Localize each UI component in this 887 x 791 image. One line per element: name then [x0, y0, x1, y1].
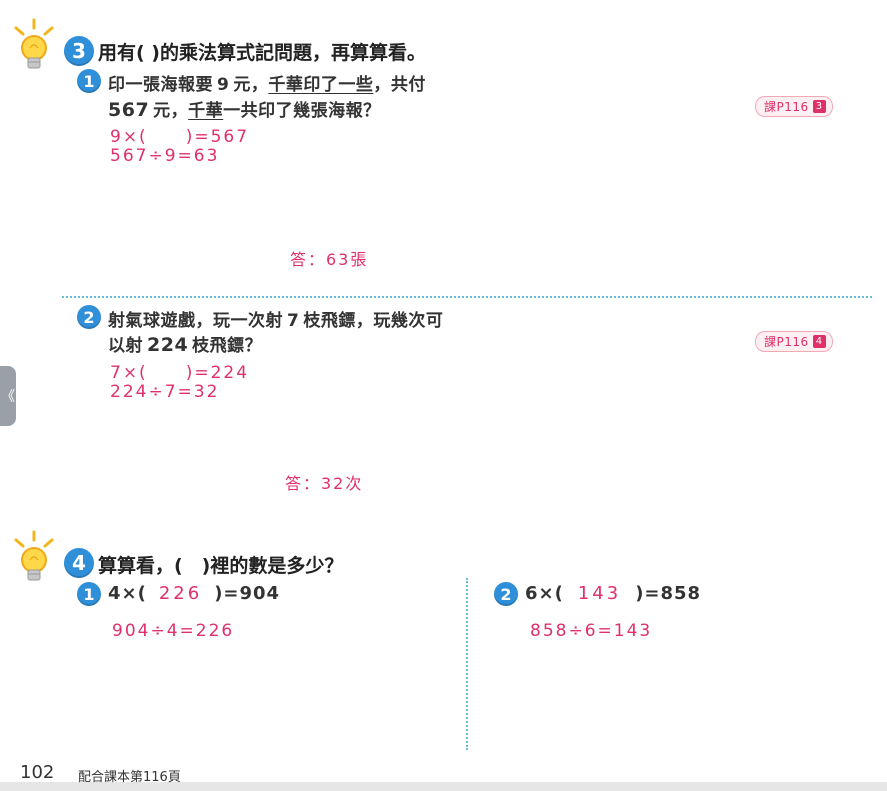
section-title: 用有( )的乘法算式記問題，再算算看。: [98, 42, 426, 64]
reference-number: 3: [812, 100, 826, 113]
section-badge: 4: [64, 548, 94, 578]
work-equation: 224÷7=32: [110, 382, 220, 402]
work-equation: 904÷4=226: [112, 621, 235, 641]
lightbulb-icon: [14, 18, 54, 69]
problem-text-line: 567 元，千華一共印了幾張海報？: [108, 99, 381, 121]
problem-text-line: 印一張海報要 9 元，千華印了一些，共付: [108, 75, 426, 95]
problem-badge: 1: [77, 69, 101, 93]
dotted-divider-vertical: [466, 578, 468, 750]
work-equation: 9×( )=567: [110, 127, 250, 147]
textbook-reference: 課P116 3: [755, 96, 833, 117]
problem-text-line: 以射 224 枝飛鏢？: [108, 334, 263, 356]
answer-text: 答：63張: [290, 250, 369, 269]
lightbulb-icon: [14, 530, 54, 581]
page-number: 102: [20, 762, 55, 783]
fill-in-equation: 4×(226)=904: [108, 583, 281, 604]
side-page-tab[interactable]: 《: [0, 366, 16, 426]
textbook-reference: 課P116 4: [755, 331, 833, 352]
dotted-divider: [62, 296, 872, 298]
problem-badge: 2: [494, 582, 518, 606]
work-equation: 7×( )=224: [110, 363, 250, 383]
footer-note: 配合課本第116頁: [78, 770, 181, 785]
reference-number: 4: [812, 335, 826, 348]
filled-answer: 143: [577, 583, 622, 604]
answer-text: 答：32次: [285, 474, 364, 493]
problem-badge: 1: [77, 582, 101, 606]
section-badge: 3: [64, 36, 94, 66]
work-equation: 858÷6=143: [530, 621, 653, 641]
problem-badge: 2: [77, 305, 101, 329]
problem-text-line: 射氣球遊戲，玩一次射 7 枝飛鏢，玩幾次可: [108, 311, 444, 331]
section-title: 算算看，( )裡的數是多少？: [98, 555, 344, 577]
filled-answer: 226: [158, 583, 203, 604]
work-equation: 567÷9=63: [110, 146, 220, 166]
fill-in-equation: 6×(143)=858: [525, 583, 702, 604]
